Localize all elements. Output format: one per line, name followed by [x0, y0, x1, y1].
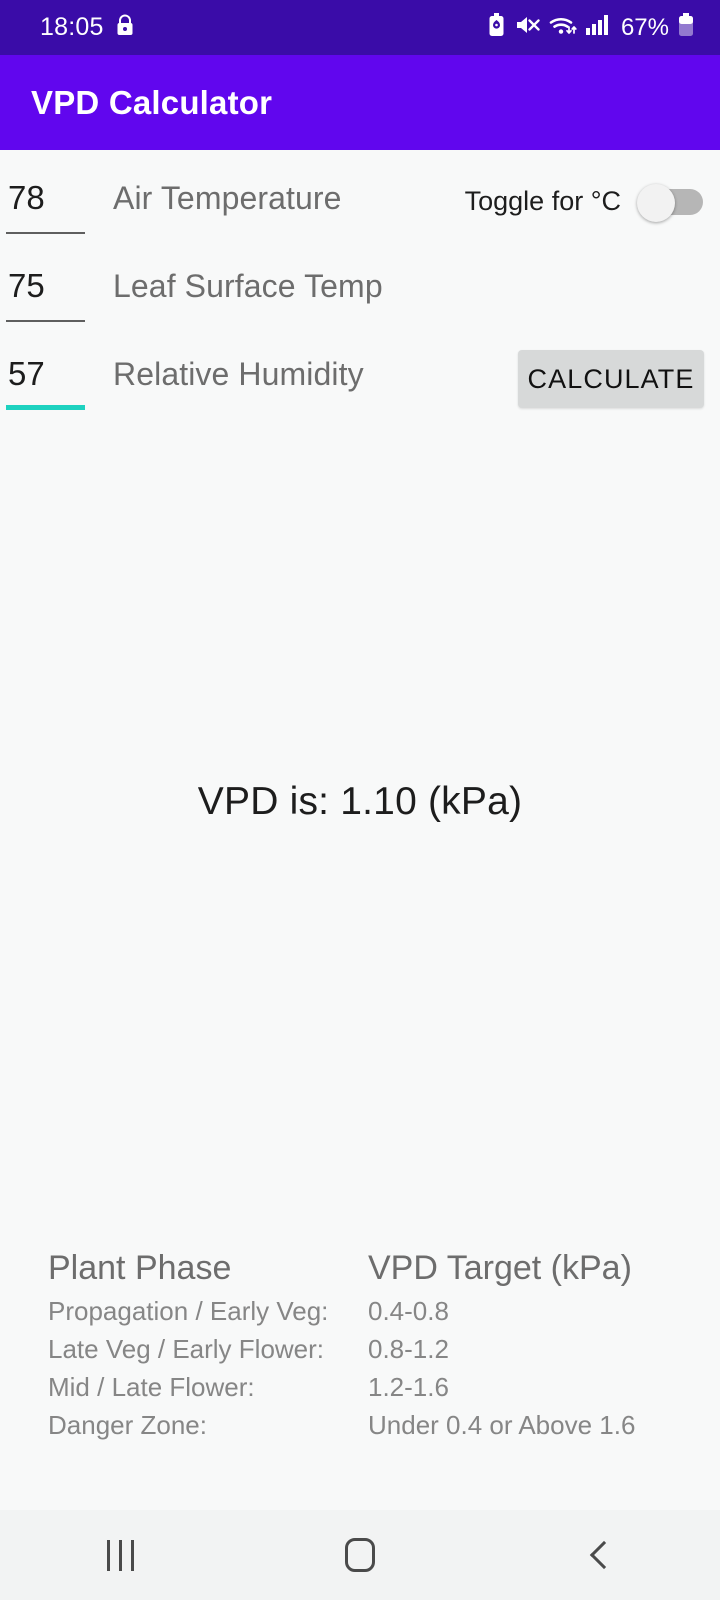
vpd-result-text: VPD is: 1.10 (kPa): [197, 780, 523, 823]
leaf-surface-temp-label: Leaf Surface Temp: [113, 268, 383, 304]
app-title: VPD Calculator: [31, 83, 273, 121]
status-bar: 18:05 67%: [0, 0, 720, 55]
table-header-plant-phase: Plant Phase: [48, 1249, 232, 1287]
android-navigation-bar: [0, 1510, 720, 1600]
table-row: Mid / Late Flower: 1.2-1.6: [48, 1368, 700, 1406]
air-temperature-row: 78 Air Temperature Toggle for °C: [0, 164, 720, 252]
leaf-surface-temp-underline: [6, 320, 85, 322]
celsius-toggle-group: Toggle for °C: [464, 184, 705, 222]
air-temperature-label: Air Temperature: [113, 180, 342, 216]
signal-icon: [585, 14, 610, 41]
battery-icon: [678, 13, 694, 42]
toggle-thumb: [637, 184, 675, 222]
vpd-reference-table: Plant Phase VPD Target (kPa) Propagation…: [48, 1246, 700, 1444]
row-target: Under 0.4 or Above 1.6: [368, 1410, 636, 1440]
celsius-toggle-switch[interactable]: [637, 184, 705, 222]
table-header-vpd-target: VPD Target (kPa): [368, 1249, 632, 1287]
celsius-toggle-label: Toggle for °C: [464, 185, 621, 216]
mute-icon: [514, 14, 540, 41]
table-row: Propagation / Early Veg: 0.4-0.8: [48, 1292, 700, 1330]
air-temperature-value: 78: [8, 179, 45, 216]
table-header-row: Plant Phase VPD Target (kPa): [48, 1246, 700, 1290]
row-target: 0.8-1.2: [368, 1334, 449, 1364]
leaf-surface-temp-input[interactable]: 75: [6, 252, 92, 322]
status-bar-right: 67%: [488, 13, 694, 42]
relative-humidity-underline: [6, 405, 85, 410]
air-temperature-input[interactable]: 78: [6, 164, 92, 234]
back-icon: [589, 1540, 618, 1570]
row-phase: Propagation / Early Veg:: [48, 1296, 329, 1326]
back-button[interactable]: [540, 1510, 660, 1600]
wifi-icon: [549, 14, 577, 42]
row-target: 1.2-1.6: [368, 1372, 449, 1402]
row-phase: Late Veg / Early Flower:: [48, 1334, 325, 1364]
calculate-button[interactable]: CALCULATE: [518, 350, 704, 408]
main-content: 78 Air Temperature Toggle for °C 75 Leaf…: [0, 150, 720, 1510]
relative-humidity-input[interactable]: 57: [6, 340, 92, 410]
status-bar-left: 18:05: [40, 14, 135, 42]
leaf-surface-temp-value: 75: [8, 267, 45, 304]
recents-icon: [106, 1539, 134, 1571]
home-icon: [345, 1538, 375, 1572]
phone-screen: 18:05 67% VPD Calculator 78 Air Temperat…: [0, 0, 720, 1600]
status-time: 18:05: [40, 13, 104, 41]
recents-button[interactable]: [60, 1510, 180, 1600]
home-button[interactable]: [300, 1510, 420, 1600]
app-bar: VPD Calculator: [0, 55, 720, 150]
air-temperature-underline: [6, 232, 85, 234]
battery-saver-icon: [488, 13, 505, 42]
battery-percentage: 67%: [620, 13, 669, 41]
table-row: Late Veg / Early Flower: 0.8-1.2: [48, 1330, 700, 1368]
relative-humidity-value: 57: [8, 355, 45, 392]
table-row: Danger Zone: Under 0.4 or Above 1.6: [48, 1406, 700, 1444]
leaf-surface-temp-row: 75 Leaf Surface Temp: [0, 252, 720, 340]
row-phase: Danger Zone:: [48, 1410, 207, 1440]
row-phase: Mid / Late Flower:: [48, 1372, 255, 1402]
relative-humidity-label: Relative Humidity: [113, 356, 364, 392]
lock-icon: [115, 14, 135, 42]
row-target: 0.4-0.8: [368, 1296, 449, 1326]
